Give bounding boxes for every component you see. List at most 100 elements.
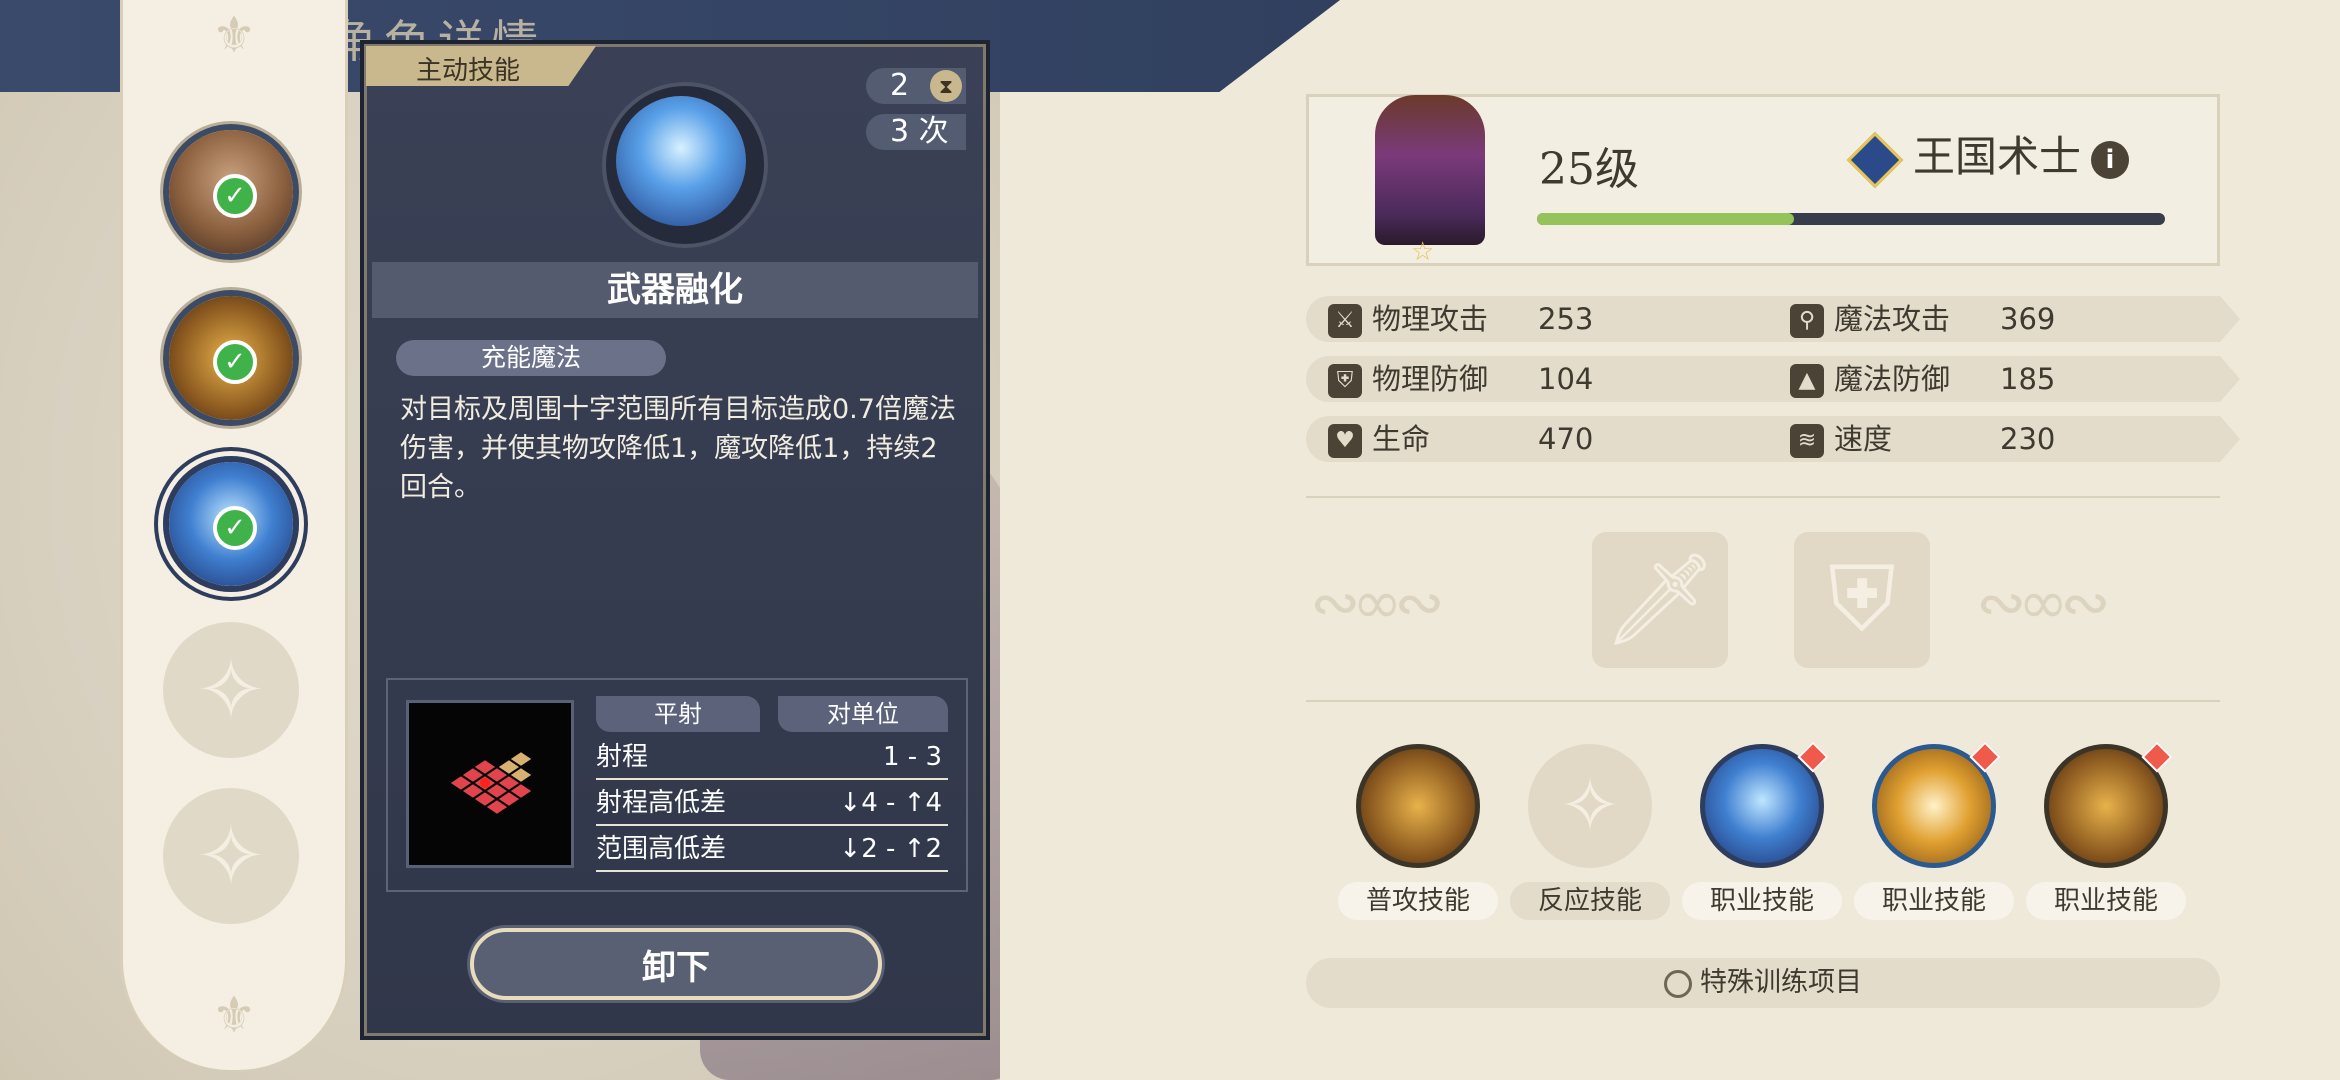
wand-icon: ✧	[1528, 744, 1652, 868]
stat-hp: ♥ 生命 470	[1328, 416, 1593, 462]
range-header-flat: 平射	[596, 696, 760, 732]
xp-bar-fill	[1537, 213, 1795, 225]
character-level: 25级	[1539, 144, 1639, 195]
skill-slot-3[interactable]: ✓	[163, 456, 299, 592]
stat-physical-defense: ⛨ 物理防御 104	[1328, 356, 1593, 402]
skill-reaction[interactable]: ✧ 反应技能	[1510, 742, 1670, 922]
weapon-slot[interactable]: 🗡	[1592, 532, 1728, 668]
range-row: 范围高低差 ↓2 - ↑2	[596, 828, 948, 872]
xp-bar	[1537, 213, 2165, 225]
blue-crystal-icon	[616, 96, 746, 226]
uses-count: 3 次	[866, 114, 966, 150]
skill-label: 反应技能	[1510, 882, 1670, 920]
skill-slot-1[interactable]: ✓	[163, 124, 299, 260]
staff-icon: ⚲	[1790, 304, 1824, 338]
stat-speed: ≋ 速度 230	[1790, 416, 2055, 462]
stat-value: 253	[1538, 302, 1594, 336]
range-row-label: 射程高低差	[596, 788, 727, 818]
armor-slot[interactable]: ⛨	[1794, 532, 1930, 668]
skill-slot-5[interactable]: ✧	[163, 788, 299, 924]
wand-icon: ✧	[195, 641, 267, 739]
magnifier-icon	[1664, 969, 1692, 998]
uses-count-value: 3 次	[890, 114, 949, 149]
skill-detail-popup: 主动技能 2 ⧗ 3 次 武器融化 充能魔法 对目标及周围十字范围所有目标造成0…	[360, 40, 990, 1040]
skill-category-tag: 主动技能	[366, 46, 596, 86]
star-icon: ☆	[1411, 237, 1435, 267]
stat-label: 魔法防御	[1834, 362, 1951, 396]
wizard-hat-icon: ▲	[1790, 364, 1824, 398]
range-row: 射程 1 - 3	[596, 736, 948, 780]
sword-slot-icon: 🗡	[1602, 547, 1718, 652]
golden-arrow-icon	[1356, 744, 1480, 868]
scroll-ornament-icon: ∾∞∾	[1310, 568, 1445, 638]
character-sprite	[1375, 95, 1485, 245]
divider	[1306, 700, 2220, 702]
stat-row: ⛨ 物理防御 104 ▲ 魔法防御 185	[1306, 356, 2240, 402]
range-row-value: ↓2 - ↑2	[839, 834, 942, 864]
wing-icon: ≋	[1790, 424, 1824, 458]
sword-icon: ⚔	[1328, 304, 1362, 338]
stat-label: 魔法攻击	[1834, 302, 1951, 336]
scroll-ornament-icon: ∾∞∾	[1976, 568, 2111, 638]
skill-category-label: 主动技能	[416, 56, 521, 86]
fleur-ornament-icon: ⚜	[211, 986, 257, 1044]
unload-button[interactable]: 卸下	[470, 928, 882, 1000]
job-name: 王国术士	[1913, 132, 2082, 181]
check-icon: ✓	[213, 174, 257, 218]
stat-value: 369	[2000, 302, 2056, 336]
wand-icon: ✧	[195, 807, 267, 905]
stat-label: 物理防御	[1372, 362, 1489, 396]
fleur-ornament-icon: ⚜	[211, 6, 257, 64]
special-training-button[interactable]: 特殊训练项目	[1306, 958, 2220, 1008]
range-header-target: 对单位	[778, 696, 948, 732]
shield-slot-icon: ⛨	[1828, 547, 1896, 652]
character-card: ☆ 25级 王国术士 i	[1306, 94, 2220, 267]
range-row: 射程高低差 ↓4 - ↑4	[596, 782, 948, 826]
job-emblem-icon	[1846, 131, 1904, 188]
character-job: 王国术士 i	[1846, 129, 2130, 188]
charge-count: 2 ⧗	[866, 68, 966, 104]
skill-slot-column: ⚜ ✓ ✓ ✓ ✧ ✧ ⚜	[120, 0, 348, 1070]
skill-slot-4[interactable]: ✧	[163, 622, 299, 758]
charge-count-value: 2	[890, 68, 910, 103]
range-grid-preview	[406, 700, 574, 868]
skill-label: 职业技能	[2026, 882, 2186, 920]
stat-value: 230	[2000, 422, 2056, 456]
skill-icon-frame	[602, 82, 768, 248]
stat-physical-attack: ⚔ 物理攻击 253	[1328, 296, 1593, 342]
stat-label: 物理攻击	[1372, 302, 1489, 336]
stat-magic-defense: ▲ 魔法防御 185	[1790, 356, 2055, 402]
heart-icon: ♥	[1328, 424, 1362, 458]
skill-slot-2[interactable]: ✓	[163, 290, 299, 426]
info-icon[interactable]: i	[2091, 140, 2130, 179]
skill-label: 普攻技能	[1338, 882, 1498, 920]
skill-type-chip: 充能魔法	[396, 340, 666, 376]
skill-description: 对目标及周围十字范围所有目标造成0.7倍魔法伤害，并使其物攻降低1，魔攻降低1，…	[400, 394, 956, 503]
skill-job-3[interactable]: 职业技能	[2026, 741, 2186, 922]
stat-magic-attack: ⚲ 魔法攻击 369	[1790, 296, 2055, 342]
check-icon: ✓	[213, 340, 257, 384]
shield-icon: ⛨	[1328, 364, 1362, 398]
stat-value: 470	[1538, 422, 1594, 456]
skill-job-1[interactable]: 职业技能	[1682, 741, 1842, 922]
stat-row: ⚔ 物理攻击 253 ⚲ 魔法攻击 369	[1306, 296, 2240, 342]
hourglass-icon: ⧗	[930, 70, 962, 102]
range-row-label: 射程	[596, 742, 649, 772]
range-row-value: ↓4 - ↑4	[839, 788, 942, 818]
range-row-label: 范围高低差	[596, 834, 727, 864]
range-grid-svg	[447, 749, 535, 817]
stat-row: ♥ 生命 470 ≋ 速度 230	[1306, 416, 2240, 462]
check-icon: ✓	[213, 506, 257, 550]
skill-label: 职业技能	[1682, 882, 1842, 920]
training-label: 特殊训练项目	[1700, 967, 1862, 998]
skill-job-2[interactable]: 职业技能	[1854, 741, 2014, 922]
skill-basic-attack[interactable]: 普攻技能	[1338, 742, 1498, 922]
stat-label: 生命	[1372, 422, 1431, 456]
range-row-value: 1 - 3	[883, 742, 942, 772]
divider	[1306, 496, 2220, 498]
range-info-box: 平射 对单位 射程 1 - 3 射程高低差 ↓4 - ↑4 范围高低差 ↓2 -…	[386, 678, 968, 892]
skill-label: 职业技能	[1854, 882, 2014, 920]
stat-value: 185	[2000, 362, 2056, 396]
skill-name: 武器融化	[372, 262, 978, 318]
stat-label: 速度	[1834, 422, 1893, 456]
